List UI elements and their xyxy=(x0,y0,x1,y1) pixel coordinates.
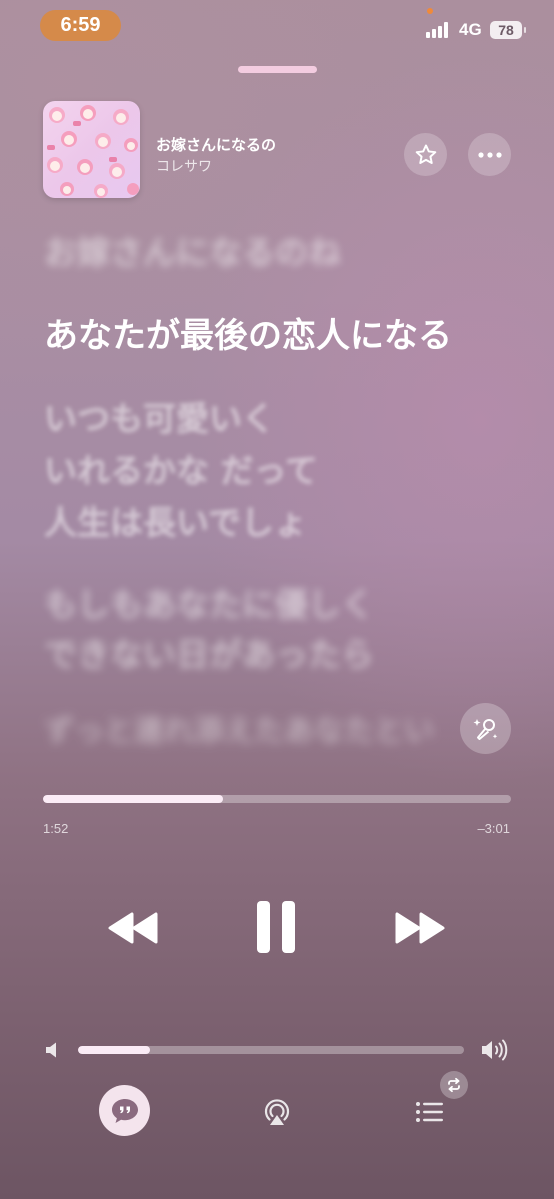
battery-indicator: 78 xyxy=(490,21,526,39)
pause-button[interactable] xyxy=(248,898,304,956)
queue-button[interactable] xyxy=(410,1092,450,1132)
airplay-icon xyxy=(264,1099,290,1125)
album-artwork[interactable] xyxy=(43,101,140,198)
lyric-line[interactable]: ずっと連れ添えたあなたとい xyxy=(44,706,434,750)
song-artist[interactable]: コレサワ xyxy=(156,156,212,176)
playback-progress-fill xyxy=(43,795,224,803)
star-outline-icon xyxy=(415,143,436,164)
pause-icon xyxy=(257,901,295,953)
fast-forward-icon xyxy=(395,912,445,944)
sing-mode-button[interactable] xyxy=(460,703,511,754)
lyric-line[interactable]: いれるかな だって xyxy=(44,444,318,492)
lyric-line[interactable]: 人生は長いでしょ xyxy=(44,496,307,544)
repeat-badge xyxy=(440,1071,468,1099)
ellipsis-icon xyxy=(477,151,502,158)
elapsed-time: 1:52 xyxy=(43,821,69,836)
lyric-line-current[interactable]: あなたが最後の恋人になる xyxy=(44,308,452,357)
repeat-icon xyxy=(448,1077,460,1093)
volume-slider[interactable] xyxy=(78,1046,464,1054)
volume-high-icon xyxy=(480,1038,510,1066)
fast-forward-button[interactable] xyxy=(387,903,453,953)
quote-bubble-icon xyxy=(111,1098,138,1123)
lyric-line-previous[interactable]: お嫁さんになるのね xyxy=(44,226,341,274)
status-time: 6:59 xyxy=(40,10,121,41)
rewind-button[interactable] xyxy=(100,903,166,953)
remaining-time: –3:01 xyxy=(477,821,510,836)
more-options-button[interactable] xyxy=(468,133,511,176)
lyric-line[interactable]: もしもあなたに優しく xyxy=(44,578,374,626)
song-title: お嫁さんになるの xyxy=(156,136,277,154)
volume-low-icon xyxy=(44,1041,62,1063)
lyric-line[interactable]: いつも可愛いく xyxy=(44,392,275,440)
list-icon xyxy=(416,1102,443,1122)
microphone-sparkle-icon xyxy=(473,718,497,740)
lyric-line[interactable]: できない日があったら xyxy=(44,628,374,676)
sheet-grabber[interactable] xyxy=(238,66,317,73)
privacy-indicator-dot xyxy=(427,8,433,14)
rewind-icon xyxy=(108,912,158,944)
network-type: 4G xyxy=(459,20,482,39)
cellular-signal-icon xyxy=(426,22,452,38)
volume-level-fill xyxy=(78,1046,150,1054)
airplay-button[interactable] xyxy=(255,1090,299,1134)
lyrics-button[interactable] xyxy=(99,1085,150,1136)
favorite-button[interactable] xyxy=(404,133,447,176)
playback-scrubber[interactable] xyxy=(43,795,511,803)
